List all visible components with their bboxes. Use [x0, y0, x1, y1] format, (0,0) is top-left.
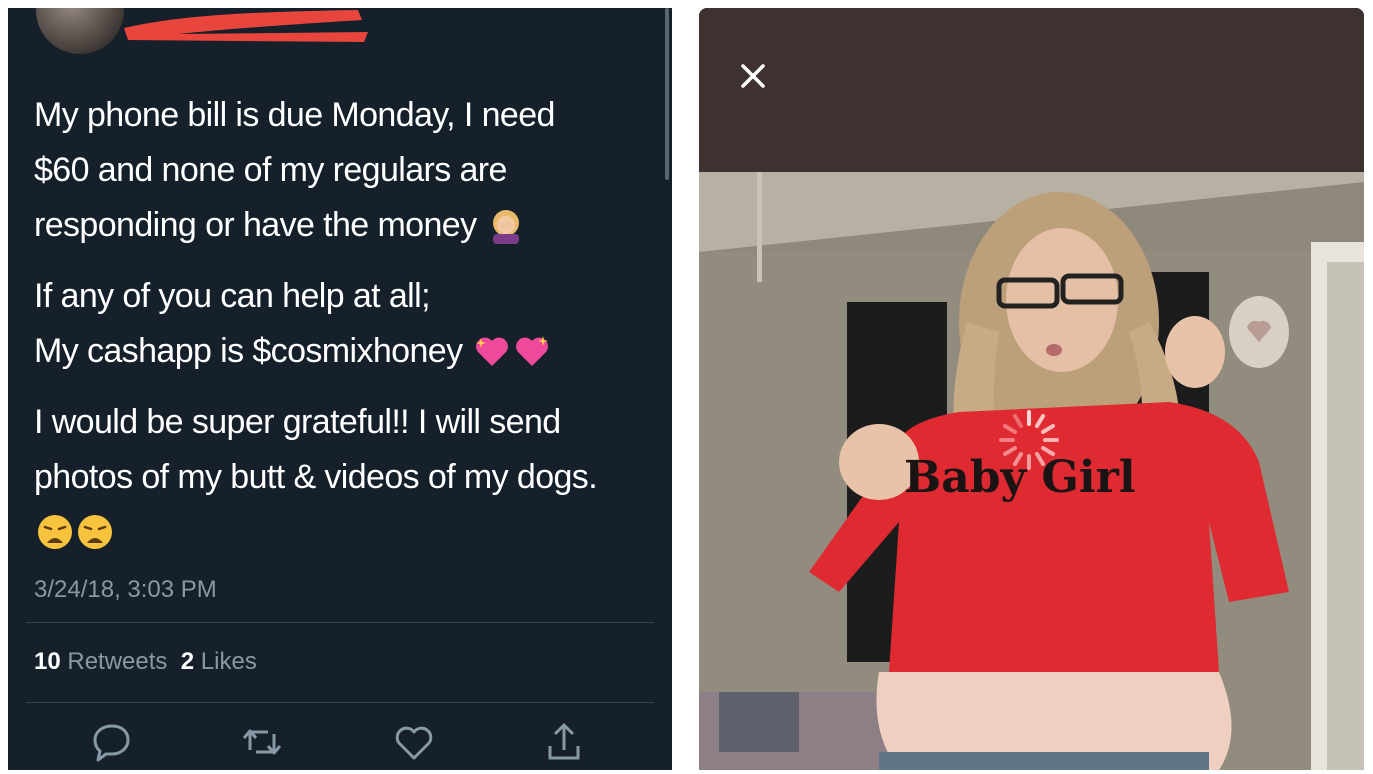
weary-face-emoji — [78, 515, 112, 549]
close-icon[interactable] — [735, 58, 771, 94]
share-icon[interactable] — [542, 720, 586, 764]
retweets-label[interactable]: Retweets — [67, 648, 167, 675]
divider — [26, 622, 654, 623]
tweet-panel: My phone bill is due Monday, I need $60 … — [8, 8, 672, 770]
loading-spinner-icon — [999, 410, 1059, 470]
tweet-line: I would be super grateful!! I will send — [34, 403, 561, 441]
likes-label[interactable]: Likes — [201, 648, 257, 675]
retweets-count[interactable]: 10 — [34, 648, 61, 675]
viewer-top-bar — [699, 8, 1364, 172]
reply-icon[interactable] — [90, 720, 134, 764]
person-facepalming-emoji — [493, 210, 520, 244]
tweet-line: $60 and none of my regulars are — [34, 151, 507, 189]
sparkling-heart-emoji — [476, 337, 509, 366]
tweet-timestamp: 3/24/18, 3:03 PM — [34, 576, 217, 603]
tweet-paragraph: I would be super grateful!! I will send … — [34, 395, 644, 560]
likes-count[interactable]: 2 — [181, 648, 194, 675]
tweet-paragraph: If any of you can help at all; My cashap… — [34, 269, 644, 379]
divider — [26, 702, 654, 703]
scrollbar[interactable] — [665, 8, 669, 180]
avatar[interactable] — [36, 8, 124, 54]
retweet-icon[interactable] — [240, 720, 284, 764]
weary-face-emoji — [38, 515, 72, 549]
like-icon[interactable] — [392, 720, 436, 764]
photo-viewer: Baby Girl — [699, 8, 1364, 770]
tweet-line: If any of you can help at all; — [34, 277, 431, 315]
tweet-line: responding or have the money — [34, 206, 477, 244]
tweet-paragraph: My phone bill is due Monday, I need $60 … — [34, 88, 644, 253]
tweet-line: My phone bill is due Monday, I need — [34, 96, 555, 134]
tweet-line: My cashapp is $cosmixhoney — [34, 332, 463, 370]
tweet-text: My phone bill is due Monday, I need $60 … — [34, 88, 644, 576]
tweet-stats: 10 Retweets 2 Likes — [34, 648, 257, 676]
sparkling-heart-emoji — [516, 336, 549, 366]
tweet-line: photos of my butt & videos of my dogs. — [34, 458, 598, 496]
redaction-scribble — [124, 10, 368, 42]
